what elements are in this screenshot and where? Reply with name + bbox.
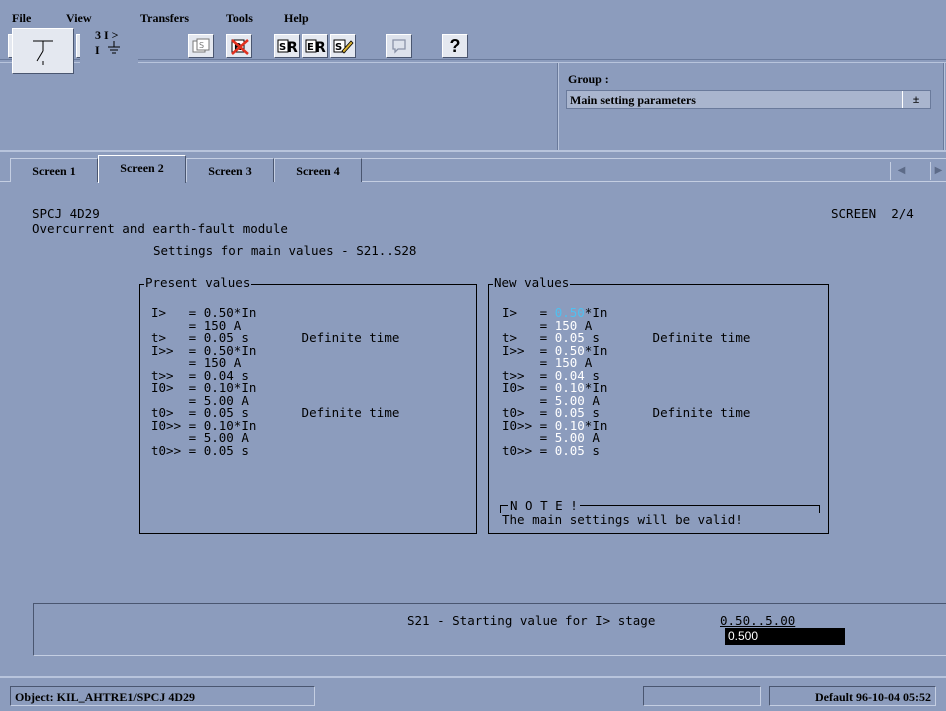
status-empty-cell <box>643 686 761 706</box>
report-alt-button[interactable]: ER <box>302 34 328 58</box>
delete-setting-button[interactable]: R <box>226 34 252 58</box>
tab-scroll-right-icon[interactable]: ▶ <box>930 162 946 180</box>
tab-screen-3[interactable]: Screen 3 <box>186 158 274 182</box>
screen-subtitle: Settings for main values - S21..S28 <box>153 243 417 258</box>
comment-icon <box>392 39 406 54</box>
delete-setting-icon: R <box>231 39 249 55</box>
value-note: Definite time <box>599 405 751 420</box>
note-title: N O T E ! <box>508 498 580 513</box>
value-note: Definite time <box>599 330 751 345</box>
edit-report-icon: S <box>333 39 354 54</box>
menu-help[interactable]: Help <box>284 11 309 26</box>
status-object: Object: KIL_AHTRE1/SPCJ 4D29 <box>10 686 315 706</box>
help-icon: ? <box>449 35 461 56</box>
tab-scroll-left-icon[interactable]: ◀ <box>890 162 912 180</box>
group-select[interactable]: Main setting parameters <box>566 90 931 109</box>
status-default-info: Default 96-10-04 05:52 <box>769 686 936 706</box>
value-note: Definite time <box>248 330 400 345</box>
menu-file[interactable]: File <box>12 11 31 26</box>
report-icon: SR <box>277 39 298 55</box>
earth-ground-icon <box>108 41 120 54</box>
menu-transfers[interactable]: Transfers <box>140 11 189 26</box>
svg-text:S: S <box>279 42 286 53</box>
value-name: t0>> = <box>151 442 204 458</box>
value-note: Definite time <box>248 405 400 420</box>
earth-fault-label: I <box>95 43 100 57</box>
group-value: Main setting parameters <box>570 93 696 107</box>
new-values-title: New values <box>493 275 571 290</box>
comment-button[interactable] <box>386 34 412 58</box>
header-divider <box>557 63 559 151</box>
group-label: Group : <box>568 72 609 86</box>
help-button[interactable]: ? <box>442 34 468 58</box>
svg-text:R: R <box>287 40 298 55</box>
present-values-title: Present values <box>144 275 252 290</box>
new-values-list: I> = 0.50*In = 150 At> = 0.05 s Definite… <box>502 306 751 458</box>
tab-screen-4[interactable]: Screen 4 <box>274 158 362 182</box>
tab-screen-1[interactable]: Screen 1 <box>10 158 98 182</box>
circuit-breaker-icon <box>33 40 53 65</box>
report-button[interactable]: SR <box>274 34 300 58</box>
module-name: Overcurrent and earth-fault module <box>32 221 288 236</box>
circuit-breaker-symbol-button[interactable] <box>12 28 74 74</box>
dropdown-arrow-icon: ± <box>912 92 920 106</box>
value-name: t0>> = <box>502 442 555 458</box>
value-row: t0>> = 0.05 s <box>151 442 399 458</box>
menu-bar: File View Transfers Tools Help <box>0 0 946 30</box>
value-row: t0>> = 0.05 s <box>502 442 750 458</box>
present-values-list: I> = 0.50*In = 150 At> = 0.05 s Definite… <box>151 306 400 458</box>
note-text: The main settings will be valid! <box>502 512 743 527</box>
header-divider-right <box>943 63 945 151</box>
svg-text:R: R <box>315 40 326 55</box>
device-name: SPCJ 4D29 <box>32 206 100 221</box>
screen-setting-button[interactable]: S <box>188 34 214 58</box>
overcurrent-symbol[interactable]: 3 I > I <box>80 24 138 72</box>
setting-range: 0.50..5.00 <box>720 613 796 628</box>
value-unit: s <box>584 442 600 458</box>
value-number: 0.05 <box>554 442 585 458</box>
group-dropdown-button[interactable]: ± <box>902 91 929 108</box>
svg-text:E: E <box>307 42 314 53</box>
value-number: 0.05 <box>203 442 234 458</box>
svg-text:S: S <box>335 42 342 53</box>
screen-number: SCREEN 2/4 <box>831 206 914 221</box>
menu-tools[interactable]: Tools <box>226 11 253 26</box>
screen-setting-icon: S <box>192 38 210 53</box>
toolbar: S R SR ER S ? <box>0 30 946 60</box>
report-alt-icon: ER <box>305 39 326 55</box>
value-unit: s <box>233 442 249 458</box>
tab-screen-2[interactable]: Screen 2 <box>98 155 186 183</box>
svg-text:S: S <box>199 41 204 50</box>
tab-strip-rest <box>362 158 946 182</box>
setting-prompt: S21 - Starting value for I> stage <box>407 613 656 628</box>
edit-report-button[interactable]: S <box>330 34 356 58</box>
setting-value-input[interactable]: 0.500 <box>725 628 845 645</box>
